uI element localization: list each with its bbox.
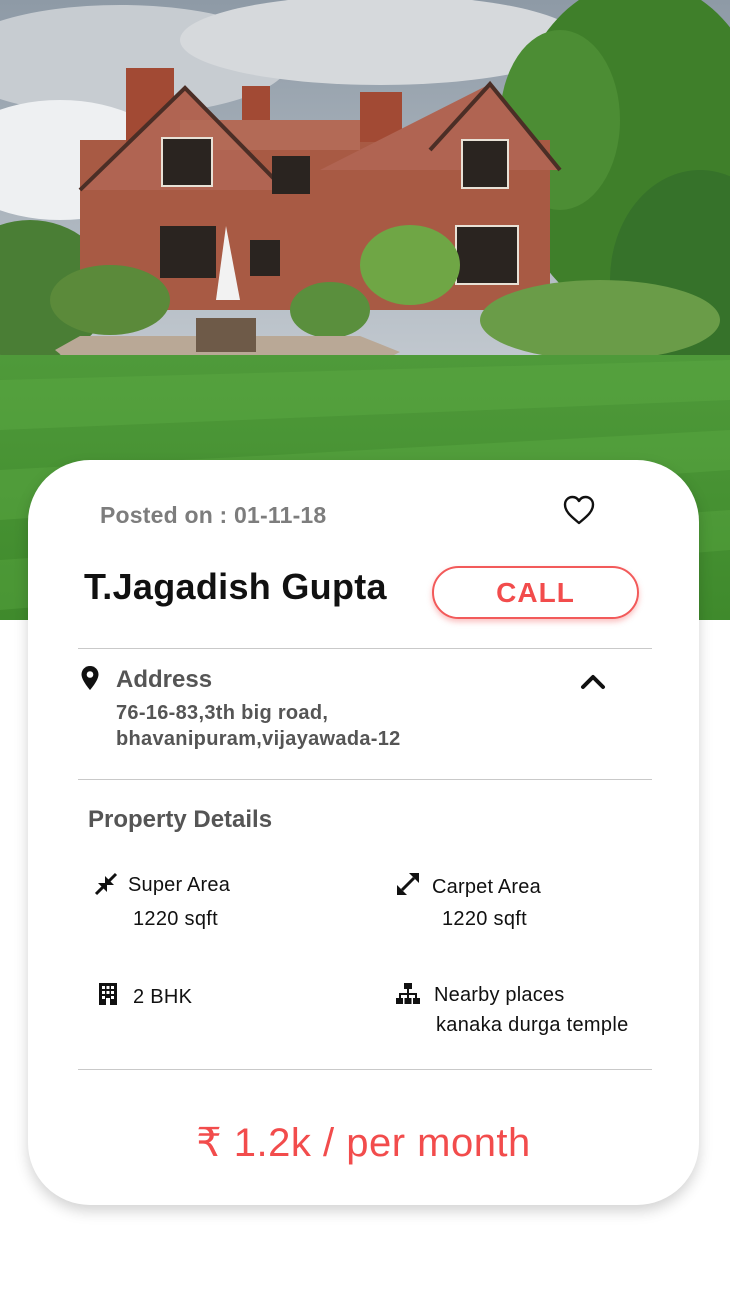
chevron-up-icon[interactable]	[580, 672, 606, 690]
nearby-places-label: Nearby places	[434, 984, 565, 1006]
super-area-value: 1220 sqft	[133, 908, 218, 930]
divider	[78, 779, 652, 780]
sitemap-icon	[396, 983, 420, 1004]
map-pin-icon	[81, 666, 99, 690]
building-icon	[99, 983, 117, 1005]
divider	[78, 648, 652, 649]
address-line-1: 76-16-83,3th big road,	[116, 702, 329, 724]
nearby-places-value: kanaka durga temple	[436, 1014, 629, 1036]
address-title: Address	[116, 666, 213, 693]
price-text: ₹ 1.2k / per month	[196, 1121, 531, 1165]
posted-date: Posted on : 01-11-18	[100, 502, 327, 528]
super-area-label: Super Area	[128, 874, 231, 896]
carpet-area-label: Carpet Area	[432, 876, 541, 898]
listing-card: Posted on : 01-11-18 T.Jagadish Gupta CA…	[28, 460, 699, 1205]
divider	[78, 1069, 652, 1070]
address-line-2: bhavanipuram,vijayawada-12	[116, 728, 401, 750]
heart-outline-icon[interactable]	[562, 494, 596, 526]
property-details-title: Property Details	[88, 806, 273, 833]
expand-arrows-icon	[397, 873, 419, 895]
carpet-area-value: 1220 sqft	[442, 908, 527, 930]
bhk-value: 2 BHK	[133, 986, 193, 1008]
call-button[interactable]: CALL	[432, 566, 639, 619]
owner-name: T.Jagadish Gupta	[84, 566, 387, 607]
compress-arrows-icon	[94, 872, 118, 896]
